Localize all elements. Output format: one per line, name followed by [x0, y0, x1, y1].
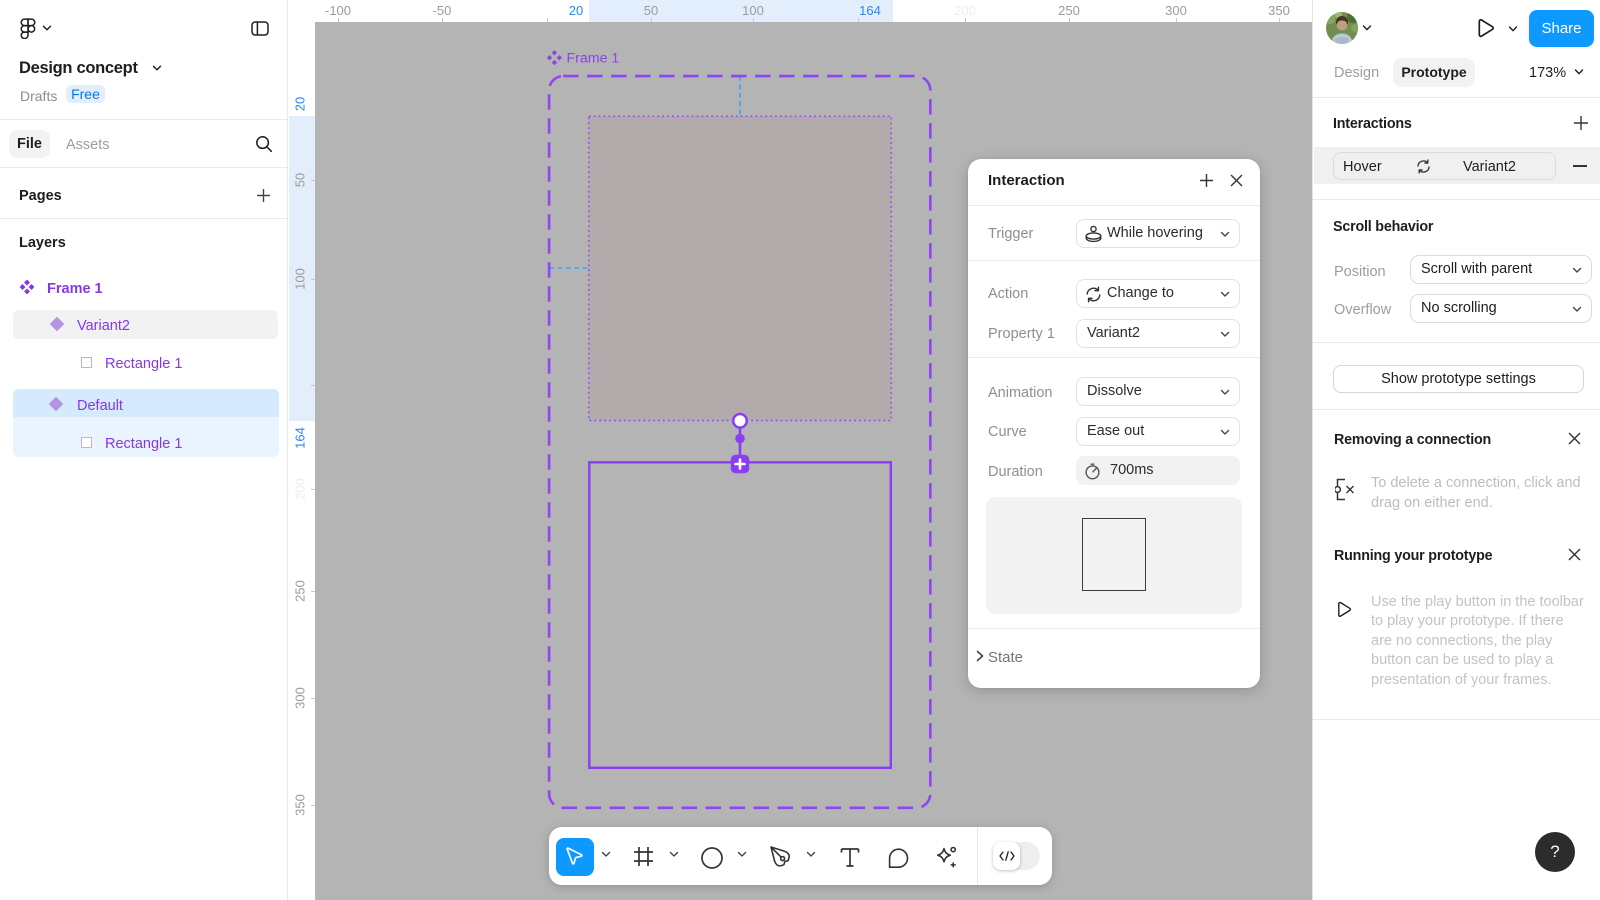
svg-text:Frame 1: Frame 1	[567, 51, 620, 67]
